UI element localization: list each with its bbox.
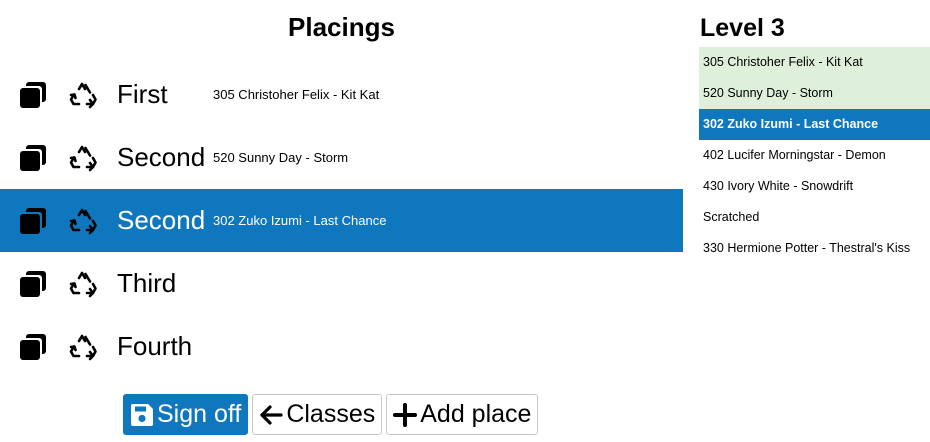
place-label: Second (117, 205, 206, 235)
level-entry-item[interactable]: 302 Zuko Izumi - Last Chance (699, 109, 930, 140)
copy-icon[interactable] (19, 270, 47, 298)
recycle-icon[interactable] (68, 206, 98, 236)
sign-off-label: Sign off (157, 400, 242, 428)
place-label: Fourth (117, 331, 193, 361)
placings-title: Placings (288, 12, 395, 42)
add-place-label: Add place (420, 400, 532, 428)
copy-icon[interactable] (19, 144, 47, 172)
classes-button[interactable]: Classes (252, 394, 383, 435)
place-entry: 520 Sunny Day - Storm (213, 150, 349, 165)
level-entry-item[interactable]: 520 Sunny Day - Storm (699, 78, 930, 109)
copy-icon[interactable] (19, 207, 47, 235)
recycle-icon[interactable] (68, 80, 98, 110)
sign-off-button[interactable]: Sign off (123, 394, 249, 435)
recycle-icon[interactable] (68, 143, 98, 173)
level-title: Level 3 (700, 14, 785, 42)
classes-label: Classes (286, 400, 376, 428)
add-place-button[interactable]: Add place (386, 394, 539, 435)
level-entry-list: 305 Christoher Felix - Kit Kat 520 Sunny… (699, 47, 930, 264)
place-label: Second (117, 142, 206, 172)
action-buttons: Sign off Classes Add place (123, 394, 539, 435)
level-entry-item[interactable]: 305 Christoher Felix - Kit Kat (699, 47, 930, 78)
placings-list: First 305 Christoher Felix - Kit Kat Sec… (0, 63, 683, 378)
arrow-left-icon (260, 404, 283, 425)
copy-icon[interactable] (19, 81, 47, 109)
plus-icon (393, 402, 418, 427)
recycle-icon[interactable] (68, 269, 98, 299)
place-label: First (117, 79, 168, 109)
save-icon (131, 403, 153, 426)
level-entry-item[interactable]: 330 Hermione Potter - Thestral's Kiss (699, 233, 930, 264)
level-entry-item[interactable]: 402 Lucifer Morningstar - Demon (699, 140, 930, 171)
placing-row[interactable]: Second 520 Sunny Day - Storm (0, 126, 683, 189)
place-label: Third (117, 268, 177, 298)
level-entry-item[interactable]: 430 Ivory White - Snowdrift (699, 171, 930, 202)
copy-icon[interactable] (19, 333, 47, 361)
placing-row[interactable]: Third (0, 252, 683, 315)
place-entry: 305 Christoher Felix - Kit Kat (213, 87, 380, 102)
placing-row[interactable]: First 305 Christoher Felix - Kit Kat (0, 63, 683, 126)
place-entry: 302 Zuko Izumi - Last Chance (213, 213, 387, 228)
level-entry-item[interactable]: Scratched (699, 202, 930, 233)
placing-row[interactable]: Fourth (0, 315, 683, 378)
placing-row[interactable]: Second 302 Zuko Izumi - Last Chance (0, 189, 683, 252)
recycle-icon[interactable] (68, 332, 98, 362)
